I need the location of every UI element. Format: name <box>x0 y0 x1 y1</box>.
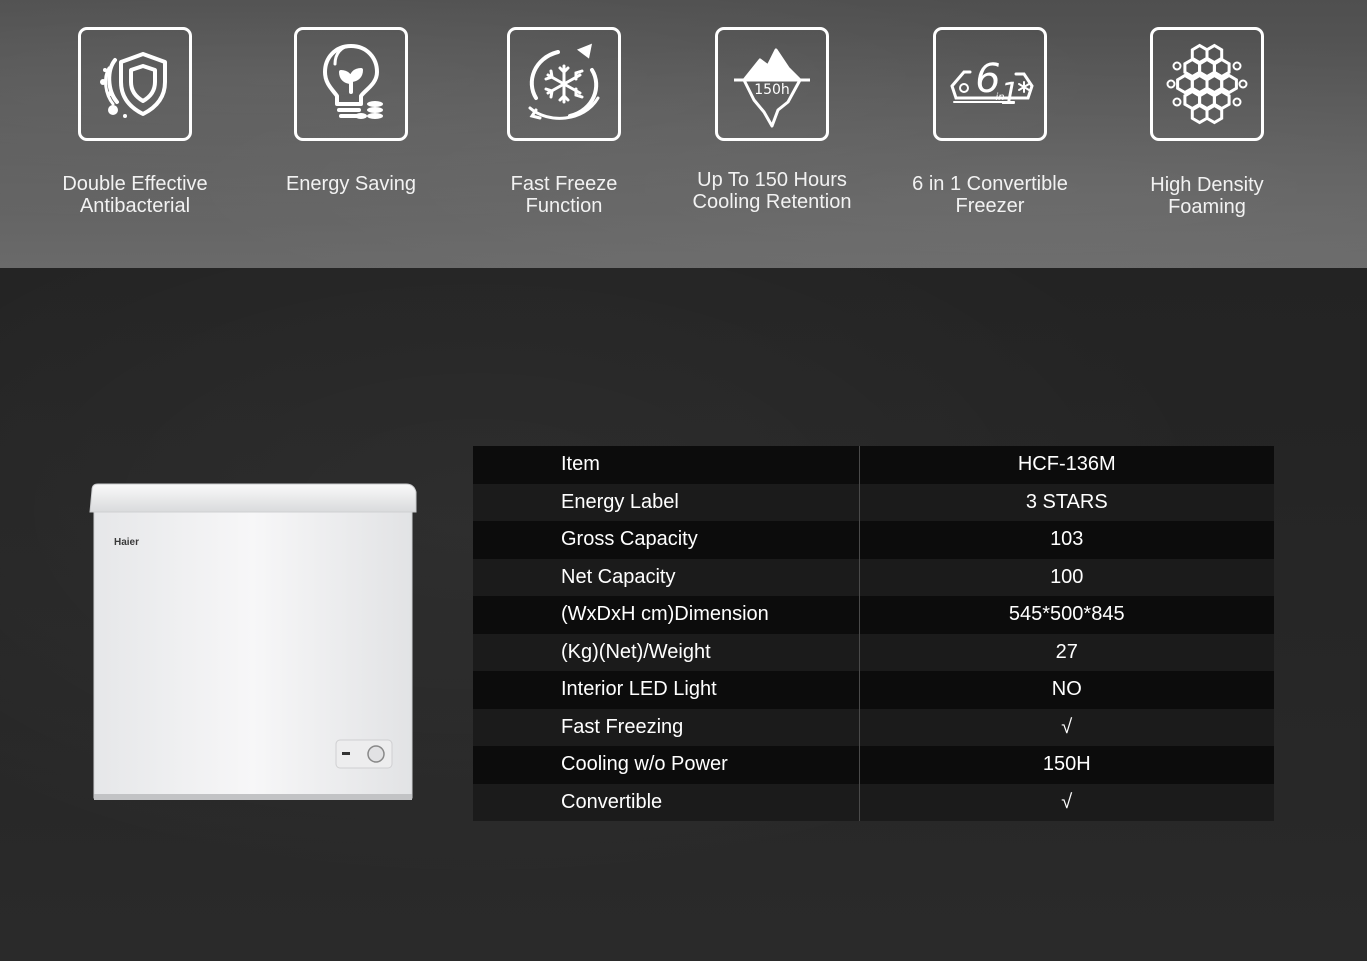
spec-row: Gross Capacity 103 <box>473 521 1274 559</box>
spec-value: 3 STARS <box>859 483 1274 521</box>
feature-label: Fast Freeze Function <box>510 173 618 217</box>
fast-freeze-snowflake-icon <box>507 27 621 141</box>
feature-label: High Density Foaming <box>1150 174 1264 218</box>
antibacterial-shield-icon <box>78 27 192 141</box>
spec-label: Energy Label <box>473 483 860 521</box>
spec-value: √ <box>859 708 1274 746</box>
specs-table: Item HCF-136M Energy Label 3 STARS Gross Cap… <box>473 446 1274 821</box>
feature-label: 6 in 1 Convertible Freezer <box>912 173 1068 217</box>
svg-text:1: 1 <box>1000 77 1019 112</box>
spec-row: Convertible √ <box>473 783 1274 821</box>
spec-row: (WxDxH cm)Dimension 545*500*845 <box>473 596 1274 634</box>
spec-row: Item HCF-136M <box>473 446 1274 484</box>
spec-value: NO <box>859 671 1274 709</box>
spec-label: Convertible <box>473 783 860 821</box>
feature-energy-saving: Energy Saving <box>256 27 446 195</box>
iceberg-150h-icon: 150h <box>715 27 829 141</box>
spec-value: 100 <box>859 558 1274 596</box>
feature-label: Energy Saving <box>285 173 417 195</box>
spec-row: Interior LED Light NO <box>473 671 1274 709</box>
feature-high-density-foaming: High Density Foaming <box>1112 27 1302 218</box>
spec-value: 103 <box>859 521 1274 559</box>
spec-label: (WxDxH cm)Dimension <box>473 596 860 634</box>
spec-value: 27 <box>859 633 1274 671</box>
chest-freezer-image: Haier <box>88 482 418 802</box>
spec-value: 150H <box>859 746 1274 784</box>
spec-label: Net Capacity <box>473 558 860 596</box>
feature-six-in-one: 6 in 1 6 in 1 Convertible Freezer <box>895 27 1085 217</box>
spec-label: Item <box>473 446 860 484</box>
spec-row: Cooling w/o Power 150H <box>473 746 1274 784</box>
brand-logo: Haier <box>114 537 139 548</box>
spec-row: Fast Freezing √ <box>473 708 1274 746</box>
six-in-one-icon: 6 in 1 <box>933 27 1047 141</box>
energy-saving-bulb-icon <box>294 27 408 141</box>
spec-value: HCF-136M <box>859 446 1274 484</box>
feature-antibacterial: Double Effective Antibacterial <box>40 27 230 217</box>
spec-label: Fast Freezing <box>473 708 860 746</box>
spec-row: (Kg)(Net)/Weight 27 <box>473 633 1274 671</box>
feature-fast-freeze: Fast Freeze Function <box>469 27 659 217</box>
honeycomb-foam-icon <box>1150 27 1264 141</box>
spec-label: Cooling w/o Power <box>473 746 860 784</box>
feature-label: Up To 150 Hours Cooling Retention <box>692 169 852 213</box>
spec-label: Interior LED Light <box>473 671 860 709</box>
feature-cooling-retention: 150h Up To 150 Hours Cooling Retention <box>677 27 867 213</box>
spec-row: Energy Label 3 STARS <box>473 483 1274 521</box>
spec-label: Gross Capacity <box>473 521 860 559</box>
spec-value: 545*500*845 <box>859 596 1274 634</box>
spec-value: √ <box>859 783 1274 821</box>
spec-label: (Kg)(Net)/Weight <box>473 633 860 671</box>
feature-label: Double Effective Antibacterial <box>62 173 208 217</box>
spec-row: Net Capacity 100 <box>473 558 1274 596</box>
svg-text:150h: 150h <box>754 82 790 98</box>
